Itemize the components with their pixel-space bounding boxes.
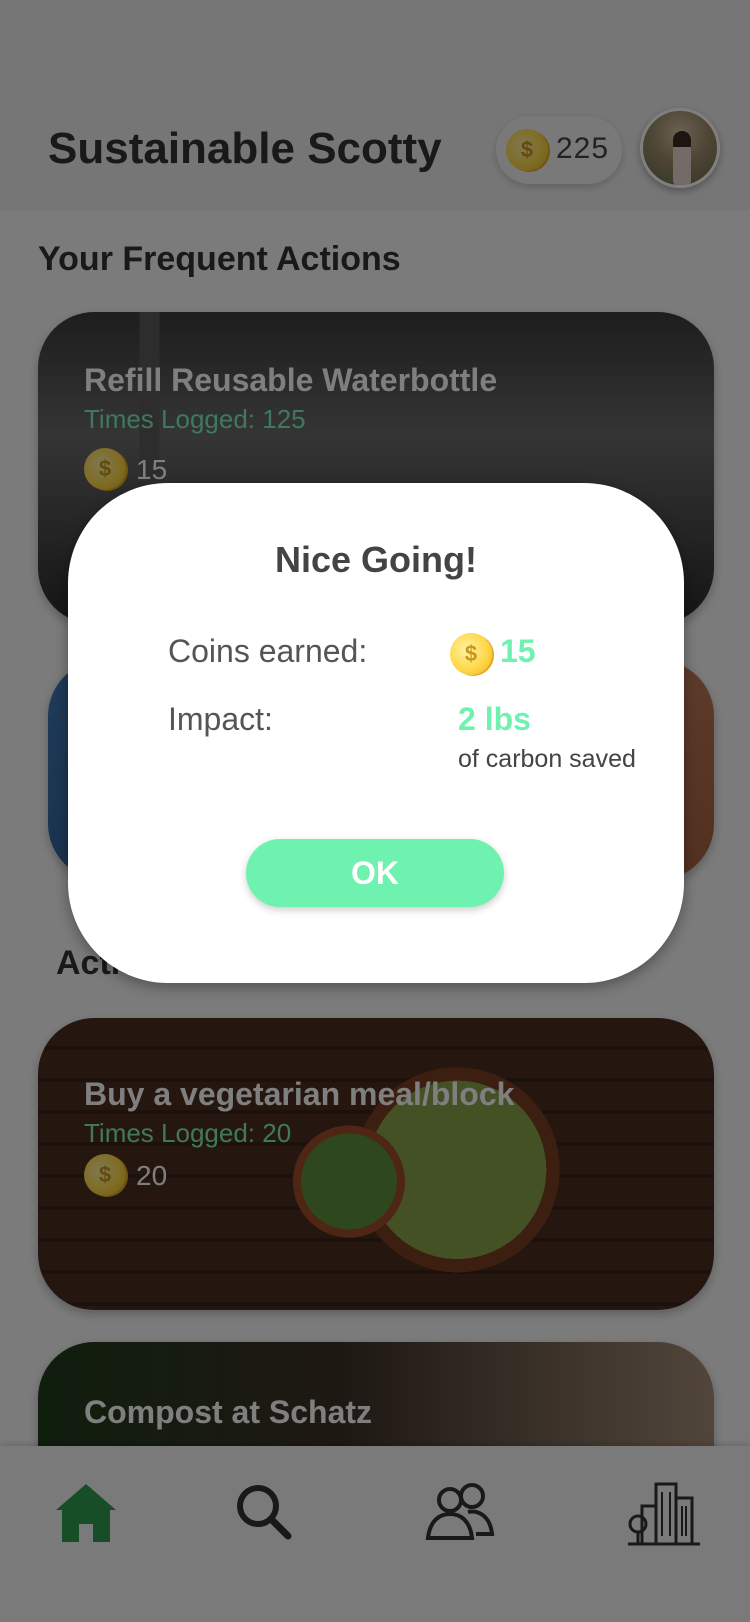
coin-icon: $: [450, 633, 492, 675]
coins-earned-value: 15: [500, 633, 536, 669]
impact-value: 2 lbs: [458, 701, 531, 737]
impact-label: Impact:: [168, 701, 273, 737]
success-dialog: Nice Going! Coins earned: $ 15 Impact: 2…: [68, 483, 684, 983]
coins-earned-label: Coins earned:: [168, 633, 368, 669]
dialog-title: Nice Going!: [274, 539, 477, 580]
ok-button[interactable]: OK: [246, 839, 504, 907]
impact-description: of carbon saved: [458, 745, 636, 773]
